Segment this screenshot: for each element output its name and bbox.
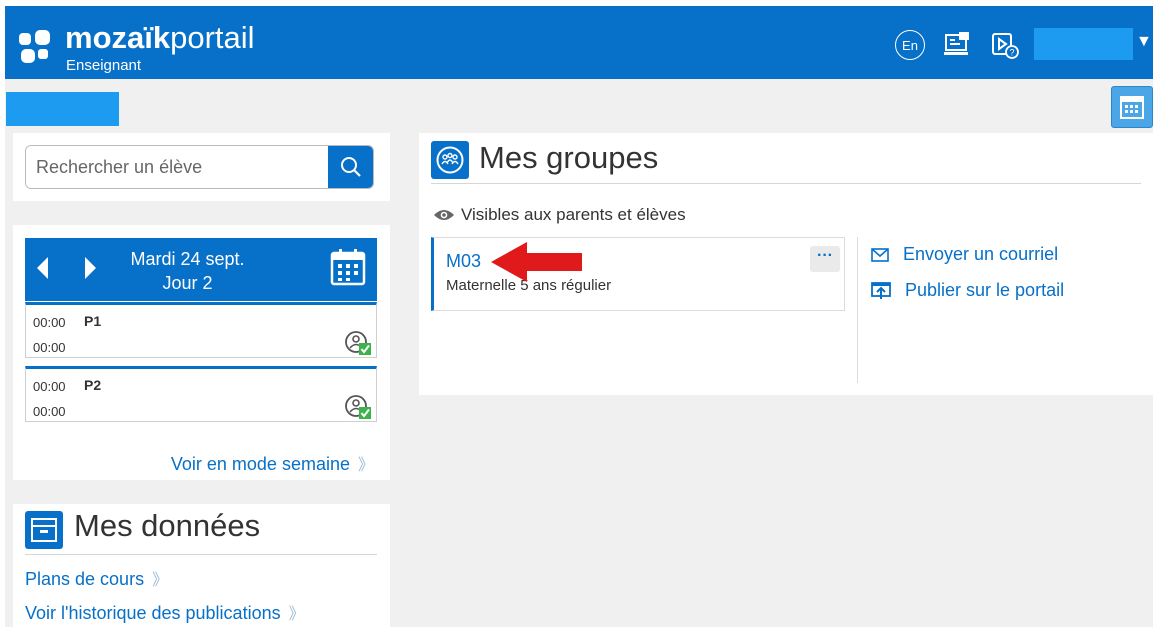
chevron-right-icon: 》: [288, 606, 305, 623]
period-end: 00:00: [33, 404, 66, 419]
course-plans-link[interactable]: Plans de cours 》: [25, 566, 168, 590]
page: mozaïkportail Enseignant En ? ▼ Recherch…: [5, 6, 1153, 627]
archive-box-icon: [25, 511, 63, 549]
my-groups-title: Mes groupes: [479, 140, 659, 175]
calendar-icon: [1120, 96, 1144, 119]
attendance-check-icon[interactable]: [344, 330, 372, 356]
divider: [857, 237, 858, 383]
attendance-check-icon[interactable]: [344, 394, 372, 420]
schedule-header: Mardi 24 sept. Jour 2: [25, 238, 377, 301]
top-bar: mozaïkportail Enseignant En ? ▼: [5, 6, 1153, 79]
red-pointer-arrow-icon: [491, 242, 582, 282]
schedule-day-label: Jour 2: [162, 273, 213, 293]
visibility-label: Visibles aux parents et élèves: [461, 205, 686, 224]
send-email-label: Envoyer un courriel: [903, 244, 1059, 264]
role-label: Enseignant: [66, 57, 142, 74]
week-view-link[interactable]: Voir en mode semaine 》: [171, 451, 374, 475]
mozaik-logo-icon[interactable]: [18, 30, 52, 64]
svg-text:?: ?: [1009, 48, 1014, 58]
publication-history-label: Voir l'historique des publications: [25, 603, 281, 623]
logo-text[interactable]: mozaïkportail: [65, 21, 255, 55]
school-selector[interactable]: [6, 92, 119, 126]
chevron-right-icon: 》: [357, 457, 374, 474]
divider: [25, 554, 377, 555]
period-row[interactable]: 00:00 00:00 P1: [25, 302, 377, 358]
group-people-icon: [436, 146, 464, 174]
search-icon: [340, 157, 361, 177]
group-code-link[interactable]: M03: [446, 251, 481, 272]
publish-portal-link[interactable]: Publier sur le portail: [871, 280, 1064, 301]
more-options-button[interactable]: ···: [810, 246, 840, 272]
language-button[interactable]: En: [895, 30, 925, 60]
next-day-icon[interactable]: [85, 257, 96, 279]
upload-screen-icon: [871, 281, 891, 299]
envelope-icon: [871, 247, 889, 262]
eye-icon: [434, 210, 454, 220]
week-view-label: Voir en mode semaine: [170, 454, 350, 474]
schedule-card: Mardi 24 sept. Jour 2 00:00 00:00 P1 00:…: [13, 225, 390, 480]
schedule-date-label: Mardi 24 sept.: [130, 249, 245, 269]
publish-portal-label: Publier sur le portail: [905, 280, 1065, 300]
video-help-icon[interactable]: ?: [990, 30, 1020, 60]
schedule-date: Mardi 24 sept. Jour 2: [115, 247, 260, 295]
period-name: P2: [84, 377, 102, 393]
period-start: 00:00: [33, 379, 66, 394]
search-input[interactable]: [26, 146, 329, 188]
period-end: 00:00: [33, 340, 66, 355]
user-menu[interactable]: [1034, 28, 1133, 60]
period-start: 00:00: [33, 315, 66, 330]
divider: [431, 183, 1141, 184]
chevron-right-icon: 》: [152, 572, 169, 589]
my-data-title: Mes données: [74, 508, 261, 543]
period-row[interactable]: 00:00 00:00 P2: [25, 366, 377, 422]
send-email-link[interactable]: Envoyer un courriel: [871, 244, 1058, 265]
search-button[interactable]: [328, 146, 373, 188]
publication-history-link[interactable]: Voir l'historique des publications 》: [25, 600, 305, 624]
groups-icon: [431, 141, 469, 179]
desktop-icon[interactable]: [943, 30, 973, 60]
period-name: P1: [84, 313, 102, 329]
calendar-icon[interactable]: [330, 248, 366, 286]
calendar-button[interactable]: [1111, 86, 1153, 128]
course-plans-label: Plans de cours: [25, 569, 145, 589]
chevron-down-icon[interactable]: ▼: [1136, 33, 1152, 51]
search-box: [25, 145, 374, 189]
previous-day-icon[interactable]: [37, 257, 48, 279]
search-card: [13, 133, 390, 201]
visibility-note: Visibles aux parents et élèves: [433, 205, 686, 225]
my-data-card: Mes données Plans de cours 》 Voir l'histo…: [13, 504, 390, 627]
